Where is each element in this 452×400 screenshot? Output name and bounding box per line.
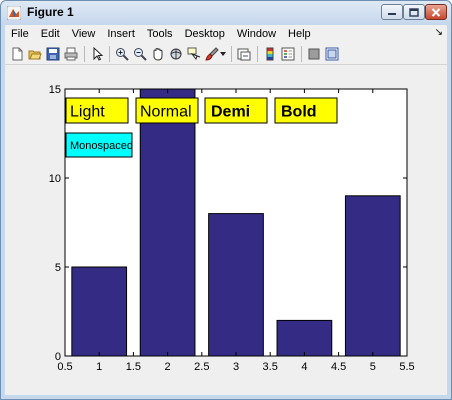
insert-colorbar-icon	[266, 47, 274, 61]
new-figure-icon	[12, 47, 23, 61]
title-bar[interactable]: Figure 1	[1, 1, 451, 25]
matlab-logo-icon	[7, 6, 21, 20]
toolbar-separator	[109, 46, 110, 62]
bar[interactable]	[208, 213, 264, 357]
x-tick-label: 4.5	[331, 361, 346, 373]
x-tick-label: 1	[96, 361, 102, 373]
hide-plot-tools-button[interactable]	[306, 46, 322, 62]
window-title: Figure 1	[27, 5, 74, 19]
minimize-icon	[388, 13, 396, 15]
data-cursor-icon	[187, 47, 201, 61]
pan-hand-icon	[153, 47, 163, 61]
print-button[interactable]	[63, 46, 79, 62]
x-tick-label: 5	[370, 361, 376, 373]
maximize-button[interactable]	[403, 4, 425, 20]
close-button[interactable]	[425, 4, 447, 20]
menu-file[interactable]: File	[5, 25, 35, 43]
bar[interactable]	[71, 266, 128, 357]
link-plot-button[interactable]	[236, 46, 252, 62]
bar[interactable]	[344, 195, 401, 357]
hide-plot-tools-icon	[308, 48, 320, 60]
open-file-button[interactable]	[27, 46, 43, 62]
menu-edit[interactable]: Edit	[35, 25, 66, 43]
x-tick-label: 5.5	[399, 361, 414, 373]
new-figure-button[interactable]	[9, 46, 25, 62]
bar-chart[interactable]: 0.5 1 1.5 2 2.5 3 3.5 4 4.5 5 5.5051015Light Normal…	[5, 65, 447, 395]
annotation-demi-text: Demi	[211, 103, 250, 120]
minimize-button[interactable]	[381, 4, 403, 20]
show-plot-tools-icon	[325, 47, 339, 61]
bar[interactable]	[139, 88, 196, 357]
rotate-3d-button[interactable]	[168, 46, 184, 62]
menu-insert[interactable]: Insert	[101, 25, 141, 43]
x-tick-label: 3	[233, 361, 239, 373]
menu-dock-arrow-icon[interactable]: ↘	[435, 27, 443, 38]
show-plot-tools-button[interactable]	[324, 46, 340, 62]
annotation-monospaced-text: Monospaced	[70, 140, 133, 152]
toolbar-separator	[257, 46, 258, 62]
edit-plot-arrow-icon	[93, 47, 104, 61]
x-tick-label: 3.5	[263, 361, 278, 373]
x-tick-label: 4	[301, 361, 307, 373]
x-tick-label: 2	[165, 361, 171, 373]
menu-tools[interactable]: Tools	[141, 25, 179, 43]
brush-dropdown-icon	[220, 52, 226, 56]
open-file-icon	[28, 50, 42, 60]
zoom-in-icon	[116, 48, 129, 61]
rotate-3d-icon	[170, 48, 182, 60]
close-icon	[431, 7, 441, 17]
y-tick-label: 10	[49, 173, 61, 185]
bar[interactable]	[276, 319, 333, 357]
y-tick-label: 5	[55, 262, 61, 274]
menu-bar: File Edit View Insert Tools Desktop Wind…	[5, 25, 447, 43]
menu-desktop[interactable]: Desktop	[179, 25, 231, 43]
data-cursor-button[interactable]	[186, 46, 202, 62]
menu-help[interactable]: Help	[282, 25, 317, 43]
annotation-normal-text: Normal	[140, 103, 192, 120]
pan-button[interactable]	[150, 46, 166, 62]
x-tick-label: 2.5	[194, 361, 209, 373]
brush-dropdown-button[interactable]	[219, 46, 227, 62]
link-plot-icon	[237, 48, 251, 61]
print-icon	[64, 47, 78, 61]
insert-legend-button[interactable]	[280, 46, 296, 62]
menu-view[interactable]: View	[66, 25, 102, 43]
annotation-bold-text: Bold	[281, 103, 317, 120]
toolbar-separator	[84, 46, 85, 62]
figure-window: Figure 1 File Edit View Insert Tools Des…	[0, 0, 452, 400]
y-tick-label: 15	[49, 84, 61, 96]
brush-button[interactable]	[204, 46, 220, 62]
insert-colorbar-button[interactable]	[262, 46, 278, 62]
toolbar-separator	[231, 46, 232, 62]
zoom-in-button[interactable]	[114, 46, 130, 62]
x-tick-label: 1.5	[126, 361, 141, 373]
annotation-light-text: Light	[70, 103, 105, 120]
zoom-out-button[interactable]	[132, 46, 148, 62]
menu-window[interactable]: Window	[231, 25, 282, 43]
y-tick-label: 0	[55, 351, 61, 363]
zoom-out-icon	[134, 48, 147, 61]
brush-icon	[205, 47, 219, 61]
edit-plot-button[interactable]	[89, 46, 105, 62]
maximize-icon	[409, 7, 419, 17]
insert-legend-icon	[281, 47, 295, 61]
save-button[interactable]	[45, 46, 61, 62]
figure-toolbar	[5, 43, 447, 65]
figure-canvas: 0.5 1 1.5 2 2.5 3 3.5 4 4.5 5 5.5 0 5 10 15 Light Normal…	[5, 65, 447, 395]
toolbar-separator	[301, 46, 302, 62]
save-icon	[46, 47, 60, 61]
